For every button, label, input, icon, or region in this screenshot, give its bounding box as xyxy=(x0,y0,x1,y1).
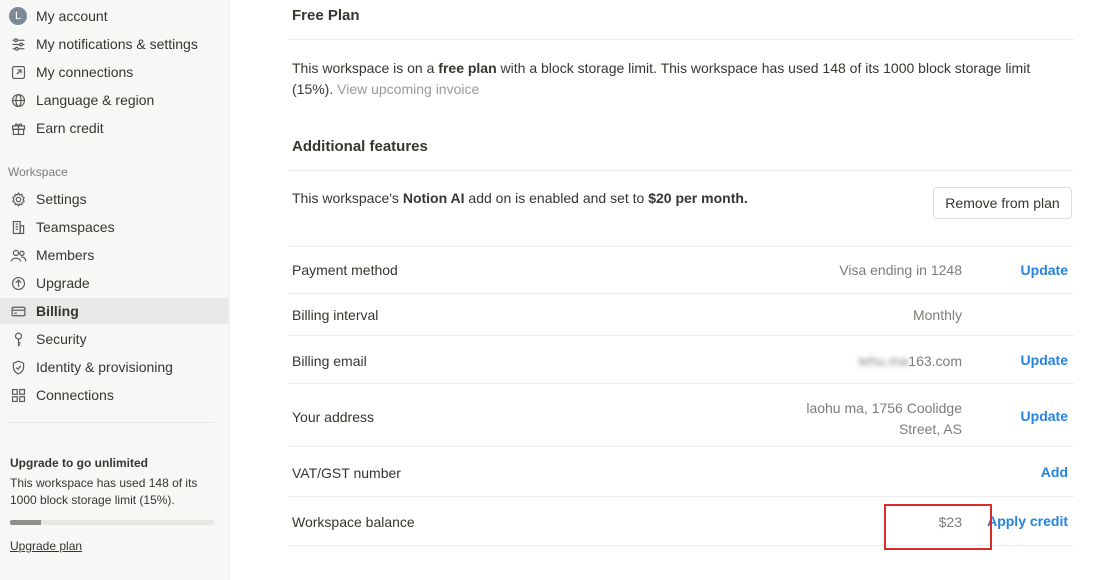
gear-icon xyxy=(8,189,28,209)
divider xyxy=(288,383,1074,384)
globe-icon xyxy=(8,90,28,110)
sidebar-item-billing[interactable]: Billing xyxy=(0,298,228,324)
workspace-balance-label: Workspace balance xyxy=(292,514,415,530)
sidebar-item-security[interactable]: Security xyxy=(0,326,228,352)
upgrade-plan-link[interactable]: Upgrade plan xyxy=(10,539,82,553)
billing-email-label: Billing email xyxy=(292,353,367,369)
add-vat-button[interactable]: Add xyxy=(1041,464,1068,480)
external-link-icon xyxy=(8,62,28,82)
divider xyxy=(288,496,1074,497)
billing-email-value: lehu.ma163.com xyxy=(858,353,962,369)
billing-interval-label: Billing interval xyxy=(292,307,379,323)
apply-credit-button[interactable]: Apply credit xyxy=(987,513,1068,529)
divider xyxy=(288,246,1074,247)
grid-icon xyxy=(8,385,28,405)
sidebar-item-notifications[interactable]: My notifications & settings xyxy=(0,31,228,57)
sidebar-item-members[interactable]: Members xyxy=(0,242,228,268)
building-icon xyxy=(8,217,28,237)
divider xyxy=(288,335,1074,336)
vat-number-label: VAT/GST number xyxy=(292,465,401,481)
sidebar-item-settings[interactable]: Settings xyxy=(0,186,228,212)
sidebar-item-label: Connections xyxy=(36,387,114,403)
payment-method-value: Visa ending in 1248 xyxy=(839,262,962,278)
storage-progress-fill xyxy=(10,520,41,525)
sidebar-item-label: Settings xyxy=(36,191,87,207)
sidebar-item-label: Earn credit xyxy=(36,120,104,136)
features-title: Additional features xyxy=(292,138,428,155)
sidebar-item-label: Security xyxy=(36,331,87,347)
sidebar-item-label: Members xyxy=(36,247,95,263)
address-value: laohu ma, 1756 Coolidge Street, AS xyxy=(806,400,962,437)
settings-sidebar: L My account My notifications & settings… xyxy=(0,0,230,580)
update-email-button[interactable]: Update xyxy=(1021,352,1068,368)
workspace-section-label: Workspace xyxy=(8,165,68,179)
divider xyxy=(288,39,1074,40)
avatar: L xyxy=(8,6,28,26)
billing-content: Free Plan This workspace is on a free pl… xyxy=(288,0,1074,580)
sidebar-item-label: Language & region xyxy=(36,92,155,108)
storage-progress-bar xyxy=(10,520,214,525)
divider xyxy=(288,293,1074,294)
sidebar-item-label: My connections xyxy=(36,64,134,80)
sidebar-item-label: Upgrade xyxy=(36,275,90,291)
divider xyxy=(288,446,1074,447)
redacted-email: lehu.ma xyxy=(858,353,909,369)
plan-title: Free Plan xyxy=(292,7,360,24)
sidebar-item-label: Teamspaces xyxy=(36,219,115,235)
upgrade-title: Upgrade to go unlimited xyxy=(10,456,148,470)
upgrade-description: This workspace has used 148 of its 1000 … xyxy=(10,476,198,507)
sidebar-item-my-account[interactable]: L My account xyxy=(0,3,228,29)
update-payment-button[interactable]: Update xyxy=(1021,262,1068,278)
sidebar-item-language[interactable]: Language & region xyxy=(0,87,228,113)
sidebar-item-label: Billing xyxy=(36,303,79,319)
credit-card-icon xyxy=(8,301,28,321)
address-label: Your address xyxy=(292,409,374,425)
sidebar-item-my-connections[interactable]: My connections xyxy=(0,59,228,85)
update-address-button[interactable]: Update xyxy=(1021,408,1068,424)
sidebar-item-label: Identity & provisioning xyxy=(36,359,173,375)
gift-icon xyxy=(8,118,28,138)
sidebar-item-label: My account xyxy=(36,8,108,24)
view-invoice-link[interactable]: View upcoming invoice xyxy=(337,81,479,97)
remove-from-plan-button[interactable]: Remove from plan xyxy=(933,187,1072,219)
payment-method-label: Payment method xyxy=(292,262,398,278)
sliders-icon xyxy=(8,34,28,54)
people-icon xyxy=(8,245,28,265)
plan-description: This workspace is on a free plan with a … xyxy=(292,60,1031,97)
shield-check-icon xyxy=(8,357,28,377)
sidebar-item-label: My notifications & settings xyxy=(36,36,198,52)
arrow-up-circle-icon xyxy=(8,273,28,293)
sidebar-item-teamspaces[interactable]: Teamspaces xyxy=(0,214,228,240)
sidebar-item-identity[interactable]: Identity & provisioning xyxy=(0,354,228,380)
billing-interval-value: Monthly xyxy=(912,307,962,323)
divider xyxy=(288,170,1074,171)
balance-highlight-box xyxy=(884,504,992,550)
sidebar-item-connections[interactable]: Connections xyxy=(0,382,228,408)
sidebar-item-upgrade[interactable]: Upgrade xyxy=(0,270,228,296)
notion-ai-addon-text: This workspace's Notion AI add on is ena… xyxy=(292,190,748,206)
key-icon xyxy=(8,329,28,349)
sidebar-item-earn-credit[interactable]: Earn credit xyxy=(0,115,228,141)
sidebar-divider xyxy=(8,422,214,423)
